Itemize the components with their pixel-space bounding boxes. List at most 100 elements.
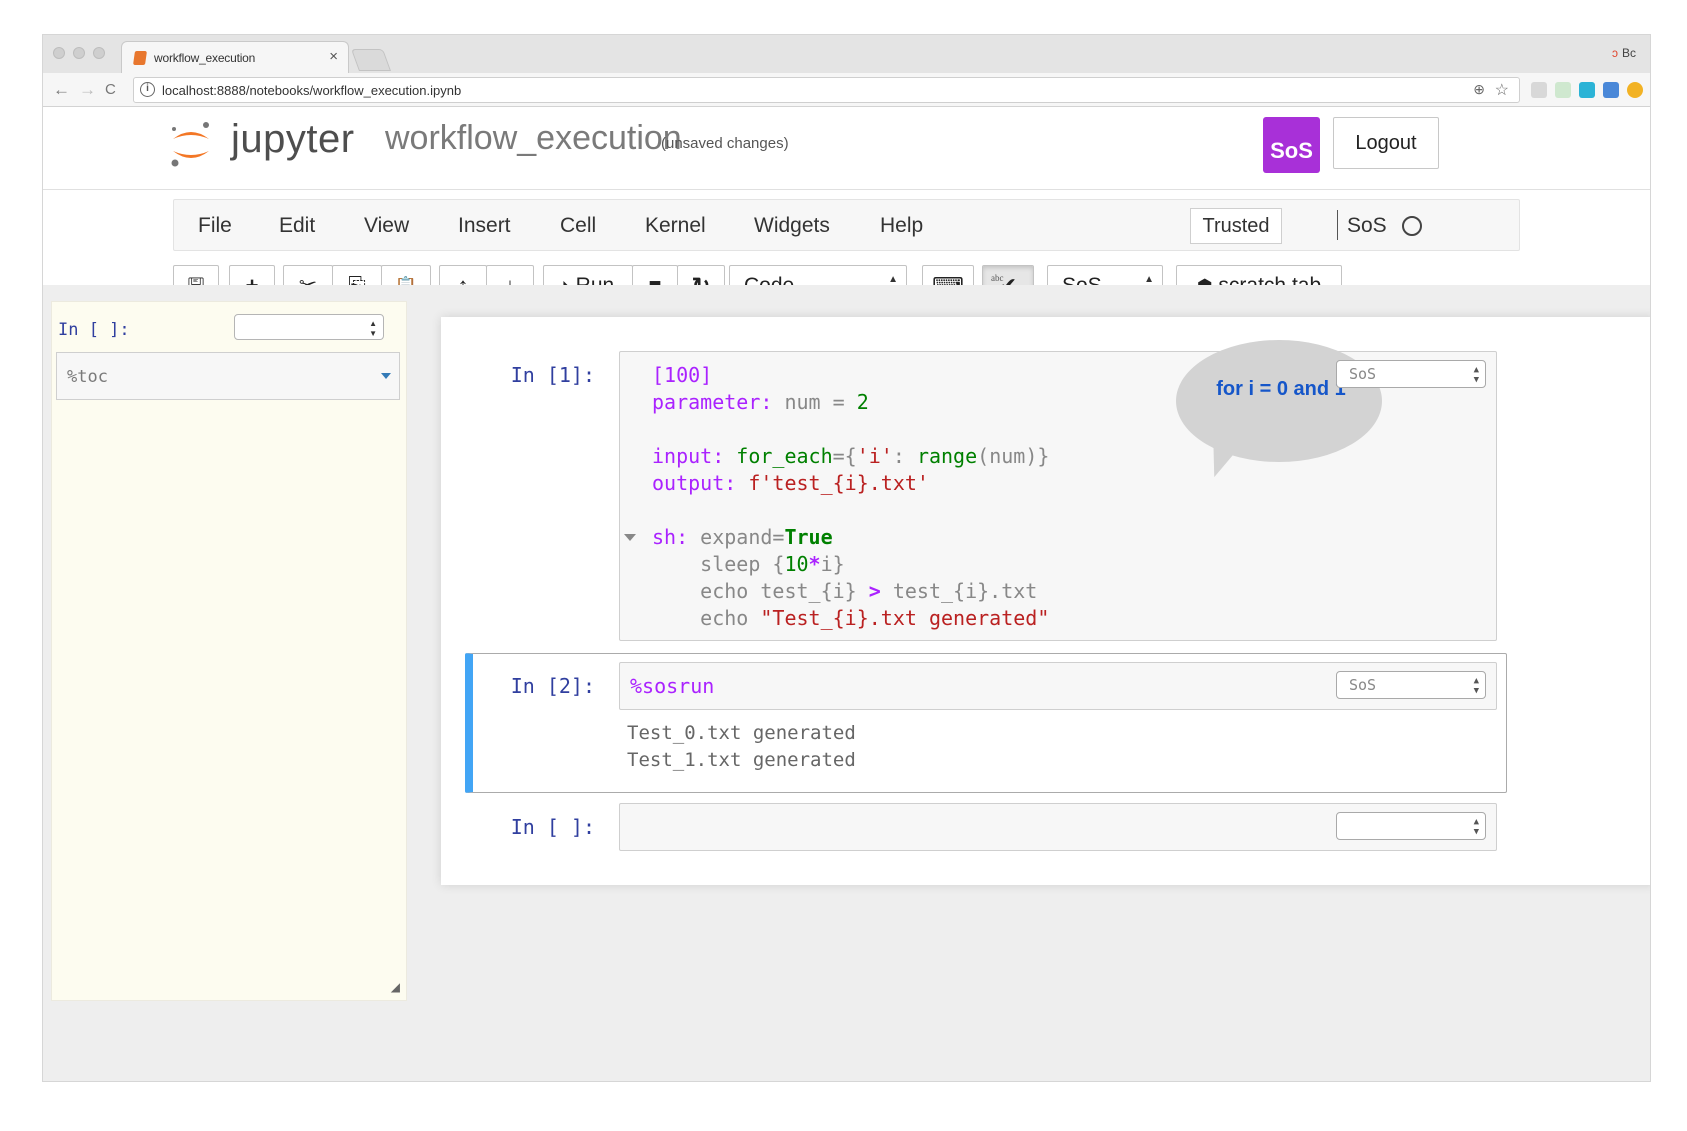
- code-token: range: [916, 444, 978, 468]
- header-divider: [43, 189, 1650, 190]
- extension-3-icon[interactable]: [1579, 82, 1595, 98]
- jupyter-logo-text[interactable]: jupyter: [231, 117, 355, 162]
- code-cell-3[interactable]: In [ ]: ▲ ▼: [465, 803, 1507, 853]
- notebook-name[interactable]: workflow_execution: [385, 119, 682, 158]
- reload-icon[interactable]: C: [105, 81, 116, 98]
- side-panel-input-text: %toc: [67, 367, 108, 387]
- tab-close-icon[interactable]: ×: [329, 48, 338, 65]
- resize-handle-icon[interactable]: ◢: [391, 980, 400, 994]
- cell-1-select-arrows-icon: ▲ ▼: [1473, 365, 1479, 385]
- menu-widgets[interactable]: Widgets: [754, 214, 830, 238]
- window-zoom-dot[interactable]: [93, 47, 105, 59]
- tab-strip: workflow_execution × ↄ Bc: [43, 35, 1650, 73]
- menu-file[interactable]: File: [198, 214, 232, 238]
- jupyter-logo-icon[interactable]: [168, 119, 214, 169]
- logout-button[interactable]: Logout: [1333, 117, 1439, 169]
- code-token: "Test_{i}.txt generated": [760, 606, 1050, 630]
- fold-toggle-icon[interactable]: [624, 534, 636, 541]
- cell-3-prompt: In [ ]:: [510, 815, 595, 839]
- zoom-icon[interactable]: ⊕: [1473, 81, 1485, 98]
- new-tab-button[interactable]: [350, 49, 392, 71]
- cell-1-prompt: In [1]:: [510, 363, 595, 387]
- extension-2-icon[interactable]: [1555, 82, 1571, 98]
- cell-3-kernel-select[interactable]: ▲ ▼: [1336, 812, 1486, 840]
- code-token: (num)}: [977, 444, 1050, 468]
- code-cell-1[interactable]: In [1]: [100] parameter: num = 2 input: …: [465, 340, 1507, 643]
- code-token: sleep {: [652, 552, 785, 576]
- url-text: localhost:8888/notebooks/workflow_execut…: [162, 83, 462, 98]
- kernel-idle-icon: [1402, 216, 1422, 236]
- browser-window: workflow_execution × ↄ Bc ← → C i localho…: [42, 34, 1651, 1082]
- cell-1-code: [100] parameter: num = 2 input: for_each…: [652, 362, 1049, 632]
- notebook-area: In [ ]: ▲ ▼ %toc ◢ In [1]: [100] paramete…: [43, 285, 1650, 1081]
- code-token: for_each: [724, 444, 833, 468]
- code-token: test_{i}.txt: [880, 579, 1038, 603]
- code-token: echo test_{i}: [652, 579, 869, 603]
- menu-insert[interactable]: Insert: [458, 214, 511, 238]
- output-line: Test_0.txt generated: [627, 722, 856, 744]
- menu-edit[interactable]: Edit: [279, 214, 315, 238]
- notebook-container: In [1]: [100] parameter: num = 2 input: …: [441, 317, 1650, 885]
- cell-1-input[interactable]: [100] parameter: num = 2 input: for_each…: [619, 340, 1497, 641]
- kernel-separator: [1337, 210, 1338, 240]
- cell-3-input[interactable]: ▲ ▼: [619, 803, 1497, 851]
- extension-1-icon[interactable]: [1531, 82, 1547, 98]
- sos-logo: SoS: [1263, 117, 1320, 173]
- cell-2-prompt: In [2]:: [510, 674, 595, 698]
- side-panel-prompt: In [ ]:: [58, 320, 130, 340]
- jupyter-header: jupyter workflow_execution (unsaved chan…: [43, 107, 1650, 307]
- code-token: sh:: [652, 525, 689, 549]
- trusted-indicator[interactable]: Trusted: [1190, 208, 1282, 244]
- jupyter-favicon-icon: [133, 51, 147, 65]
- menu-cell[interactable]: Cell: [560, 214, 596, 238]
- callout-text: for i = 0 and 1: [1216, 378, 1346, 400]
- code-token: :: [892, 444, 917, 468]
- cell-1-kernel-select[interactable]: SoS ▲ ▼: [1336, 360, 1486, 388]
- code-token: i}: [820, 552, 845, 576]
- side-panel-input[interactable]: %toc: [56, 352, 400, 400]
- bookmark-star-icon[interactable]: ☆: [1495, 80, 1509, 100]
- window-close-dot[interactable]: [53, 47, 65, 59]
- cell-2-kernel-value: SoS: [1349, 676, 1377, 694]
- history-dropdown-icon[interactable]: [381, 373, 391, 379]
- menu-help[interactable]: Help: [880, 214, 923, 238]
- code-magic: %sosrun: [630, 674, 715, 698]
- code-cell-2-selected[interactable]: In [2]: %sosrun SoS ▲ ▼ Test_0.txt generat…: [465, 653, 1507, 793]
- save-status: (unsaved changes): [661, 135, 789, 152]
- side-panel: In [ ]: ▲ ▼ %toc ◢: [51, 301, 407, 1001]
- code-token: output:: [652, 471, 737, 495]
- output-line: Test_1.txt generated: [627, 749, 856, 771]
- side-select-arrows-icon: ▲ ▼: [369, 319, 377, 338]
- code-section-header: [100]: [652, 363, 713, 387]
- forward-icon[interactable]: →: [79, 80, 96, 100]
- extension-4-icon[interactable]: [1603, 82, 1619, 98]
- tab-title: workflow_execution: [154, 51, 256, 65]
- code-token: input:: [652, 444, 725, 468]
- menu-kernel[interactable]: Kernel: [645, 214, 706, 238]
- profile-indicator[interactable]: ↄ Bc: [1612, 46, 1636, 60]
- address-bar: ← → C i localhost:8888/notebooks/workflo…: [43, 73, 1650, 107]
- profile-label: Bc: [1621, 46, 1636, 60]
- code-token: >: [868, 579, 881, 603]
- code-token: *: [808, 552, 821, 576]
- extension-5-icon[interactable]: [1627, 82, 1643, 98]
- code-token: True: [784, 525, 833, 549]
- cell-2-output: Test_0.txt generated Test_1.txt generated: [627, 720, 856, 774]
- code-token: 2: [856, 390, 869, 414]
- url-field[interactable]: i localhost:8888/notebooks/workflow_exec…: [133, 77, 1520, 103]
- menu-view[interactable]: View: [364, 214, 409, 238]
- browser-tab[interactable]: workflow_execution ×: [121, 41, 349, 73]
- cell-2-kernel-select[interactable]: SoS ▲ ▼: [1336, 671, 1486, 699]
- cell-3-select-arrows-icon: ▲ ▼: [1473, 817, 1479, 837]
- side-panel-kernel-select[interactable]: ▲ ▼: [234, 314, 384, 340]
- code-token: f'test_{i}.txt': [736, 471, 929, 495]
- back-icon[interactable]: ←: [53, 80, 70, 100]
- code-token: expand=: [688, 525, 785, 549]
- code-token: num =: [772, 390, 857, 414]
- cell-2-input[interactable]: %sosrun SoS ▲ ▼: [619, 662, 1497, 710]
- info-icon[interactable]: i: [140, 82, 155, 97]
- window-minimize-dot[interactable]: [73, 47, 85, 59]
- cell-2-select-arrows-icon: ▲ ▼: [1473, 676, 1479, 696]
- kernel-name[interactable]: SoS: [1347, 214, 1387, 238]
- code-token: ={: [832, 444, 857, 468]
